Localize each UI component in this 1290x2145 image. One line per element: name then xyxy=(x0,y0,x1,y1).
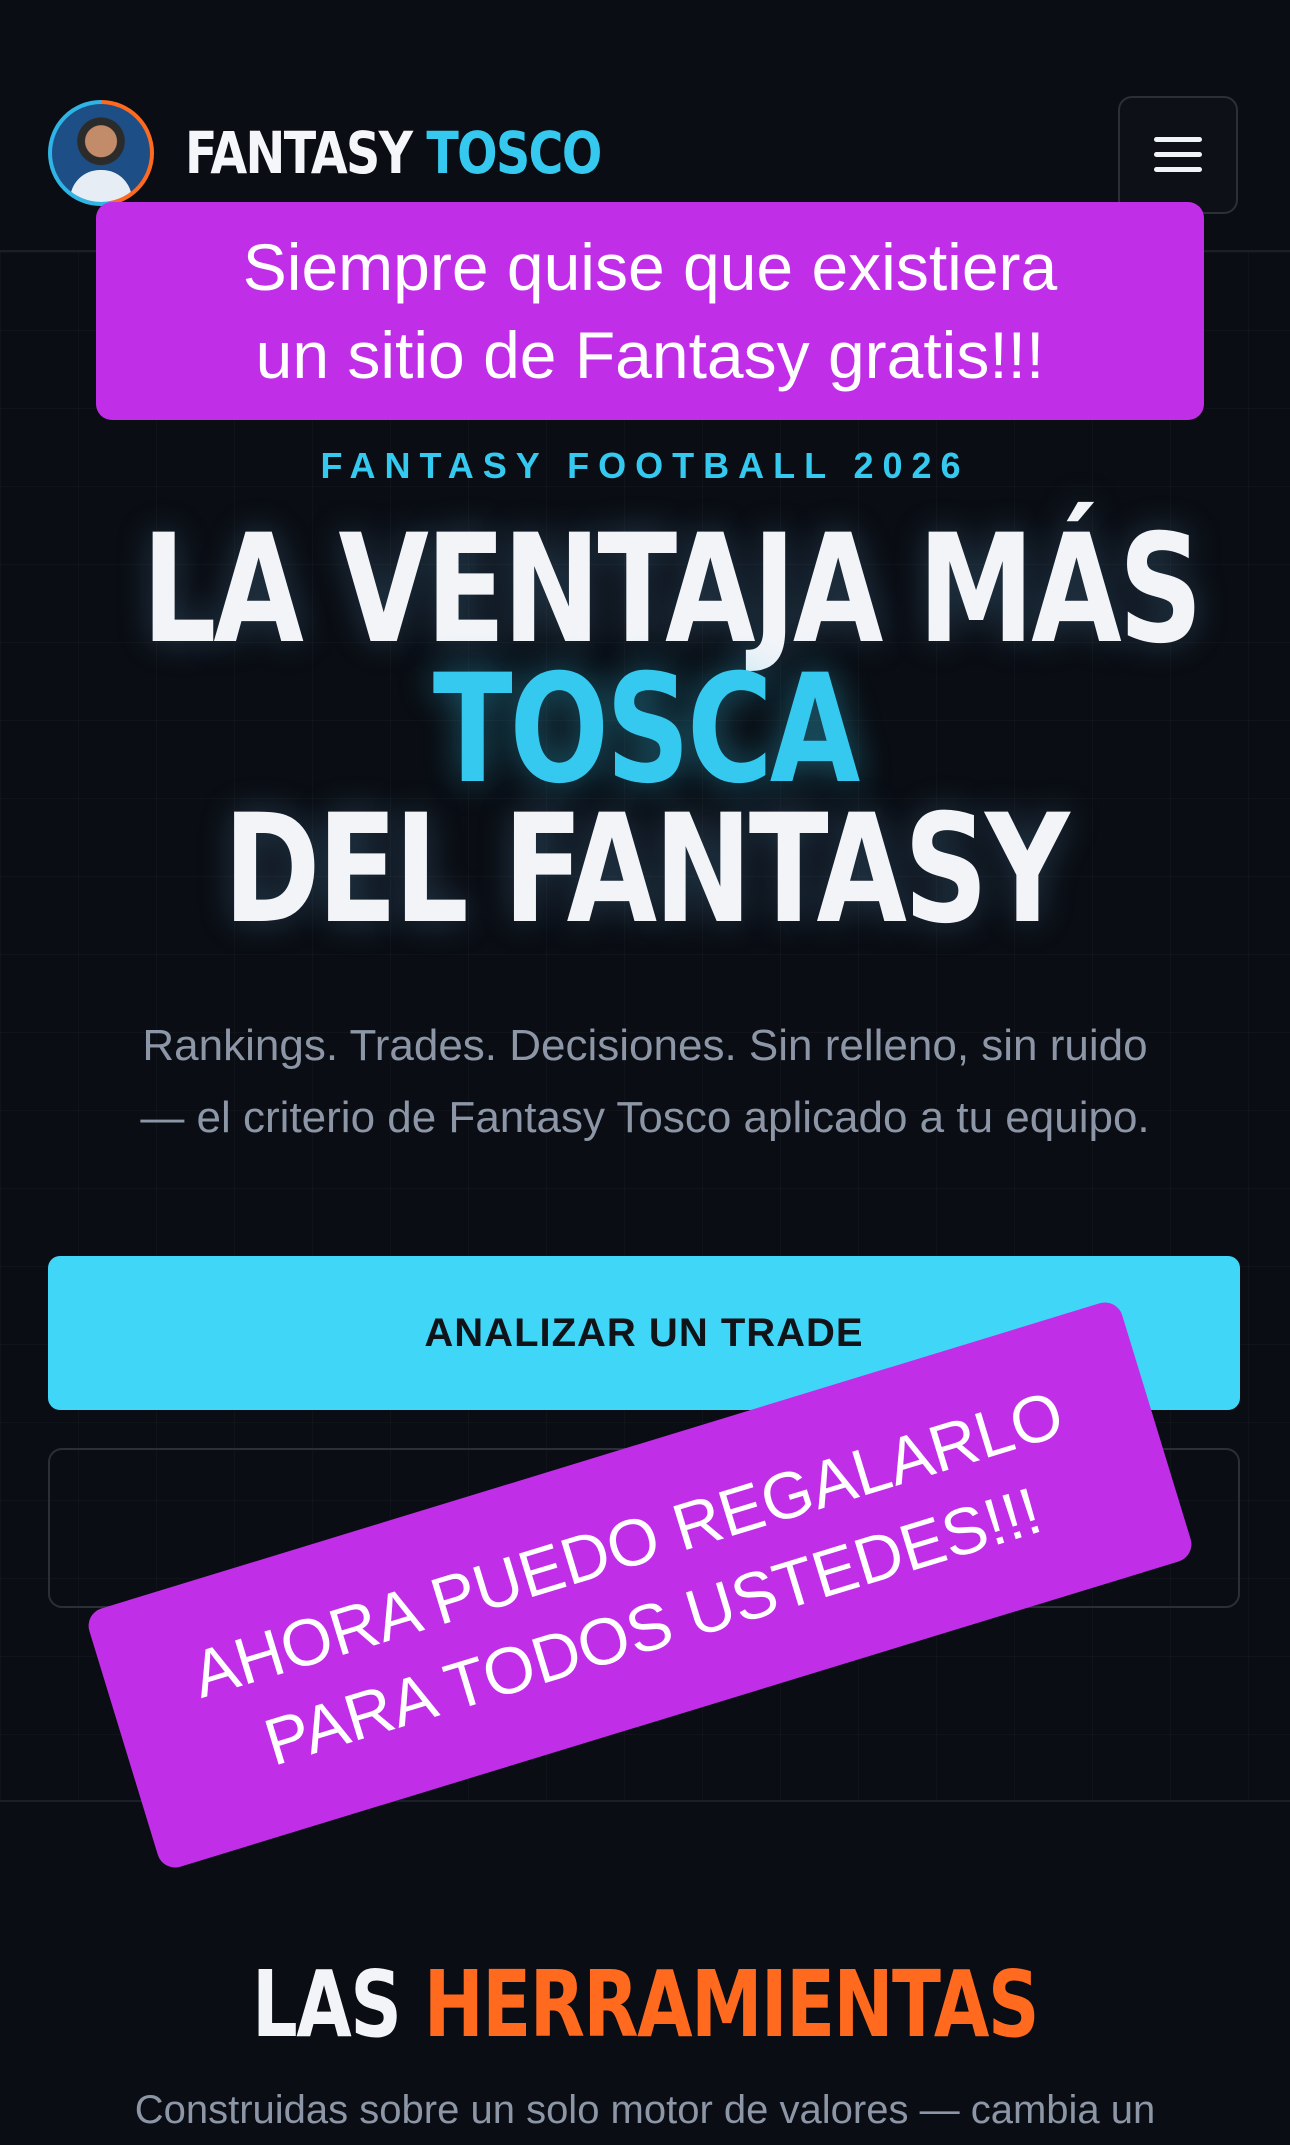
avatar-photo xyxy=(52,104,150,202)
hamburger-menu-icon xyxy=(1154,137,1202,173)
tools-title-part1: LAS xyxy=(252,1951,402,2058)
menu-button[interactable] xyxy=(1118,96,1238,214)
hero-eyebrow: FANTASY FOOTBALL 2026 xyxy=(320,445,970,486)
brand-name-accent: TOSCO xyxy=(426,119,602,187)
hero-title-line1: LA VENTAJA MÁS xyxy=(141,503,1203,677)
hero-subtext-line1: Rankings. Trades. Decisiones. Sin rellen… xyxy=(142,1021,1148,1070)
hero-title-line3: DEL FANTASY xyxy=(223,783,1069,957)
tools-title-part2: HERRAMIENTAS xyxy=(423,1951,1040,2058)
hero-subtext: Rankings. Trades. Decisiones. Sin rellen… xyxy=(40,1010,1250,1154)
brand-logo[interactable]: FANTASY TOSCO xyxy=(185,118,602,188)
hero-subtext-line2: — el criterio de Fantasy Tosco aplicado … xyxy=(140,1093,1150,1142)
hero-title-line2: TOSCA xyxy=(432,643,860,817)
avatar[interactable] xyxy=(48,100,154,206)
tools-section-title: LAS HERRAMIENTAS xyxy=(0,1950,1290,2060)
tools-section-subtitle: Construidas sobre un solo motor de valor… xyxy=(134,2088,1156,2132)
brand-name-primary: FANTASY xyxy=(185,119,413,187)
caption-top-line2: un sitio de Fantasy gratis!!! xyxy=(255,318,1045,392)
hero-title: LA VENTAJA MÁS TOSCA DEL FANTASY xyxy=(0,503,1290,957)
overlay-caption-top: Siempre quise que existiera un sitio de … xyxy=(96,202,1204,420)
caption-top-line1: Siempre quise que existiera xyxy=(242,230,1058,304)
